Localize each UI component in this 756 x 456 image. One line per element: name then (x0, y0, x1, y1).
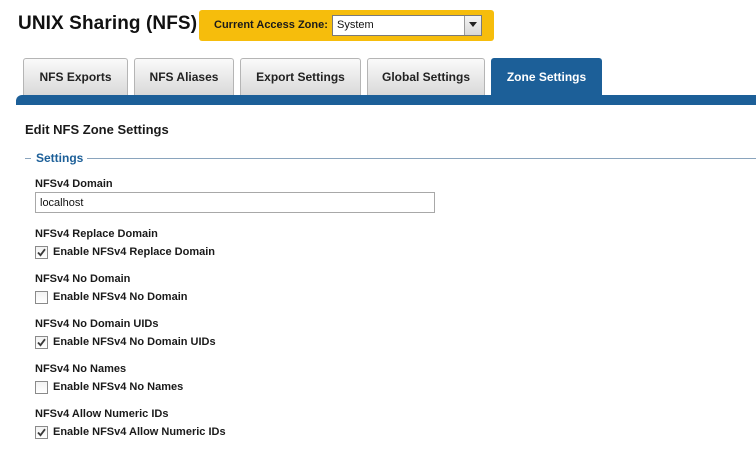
access-zone-select[interactable]: System (332, 15, 482, 36)
chevron-down-icon (469, 22, 477, 27)
page-title: UNIX Sharing (NFS) (18, 13, 198, 34)
check-icon (37, 338, 46, 347)
checkbox-label[interactable]: Enable NFSv4 No Domain UIDs (53, 336, 216, 349)
checkbox-label[interactable]: Enable NFSv4 Allow Numeric IDs (53, 426, 226, 439)
no-domain-checkbox[interactable] (35, 291, 48, 304)
check-icon (37, 428, 46, 437)
page: UNIX Sharing (NFS) Current Access Zone: … (0, 0, 756, 456)
collapse-icon (25, 158, 31, 160)
nfsv4-domain-input[interactable] (35, 192, 435, 213)
tab-zone-settings[interactable]: Zone Settings (491, 58, 602, 95)
replace-domain-checkbox[interactable] (35, 246, 48, 259)
checkbox-label[interactable]: Enable NFSv4 Replace Domain (53, 246, 215, 259)
option-label: NFSv4 No Names (35, 363, 127, 375)
fieldset-divider (87, 158, 756, 159)
option-label: NFSv4 No Domain (35, 273, 131, 285)
check-icon (37, 248, 46, 257)
tab-nfs-aliases[interactable]: NFS Aliases (134, 58, 234, 95)
tab-underline (16, 95, 756, 105)
settings-legend[interactable]: Settings (25, 151, 83, 165)
settings-legend-label: Settings (36, 151, 84, 165)
dropdown-button[interactable] (464, 16, 481, 35)
tab-nfs-exports[interactable]: NFS Exports (23, 58, 128, 95)
access-zone-value: System (337, 19, 374, 31)
access-zone-label: Current Access Zone: (214, 19, 328, 31)
nfsv4-domain-label: NFSv4 Domain (35, 178, 113, 190)
access-zone-panel: Current Access Zone: System (199, 10, 494, 41)
section-heading: Edit NFS Zone Settings (25, 122, 169, 137)
checkbox-label[interactable]: Enable NFSv4 No Names (53, 381, 183, 394)
no-domain-uids-checkbox[interactable] (35, 336, 48, 349)
allow-numeric-ids-checkbox[interactable] (35, 426, 48, 439)
option-label: NFSv4 No Domain UIDs (35, 318, 159, 330)
tab-export-settings[interactable]: Export Settings (240, 58, 361, 95)
option-label: NFSv4 Allow Numeric IDs (35, 408, 169, 420)
option-label: NFSv4 Replace Domain (35, 228, 158, 240)
checkbox-label[interactable]: Enable NFSv4 No Domain (53, 291, 187, 304)
no-names-checkbox[interactable] (35, 381, 48, 394)
tab-global-settings[interactable]: Global Settings (367, 58, 485, 95)
